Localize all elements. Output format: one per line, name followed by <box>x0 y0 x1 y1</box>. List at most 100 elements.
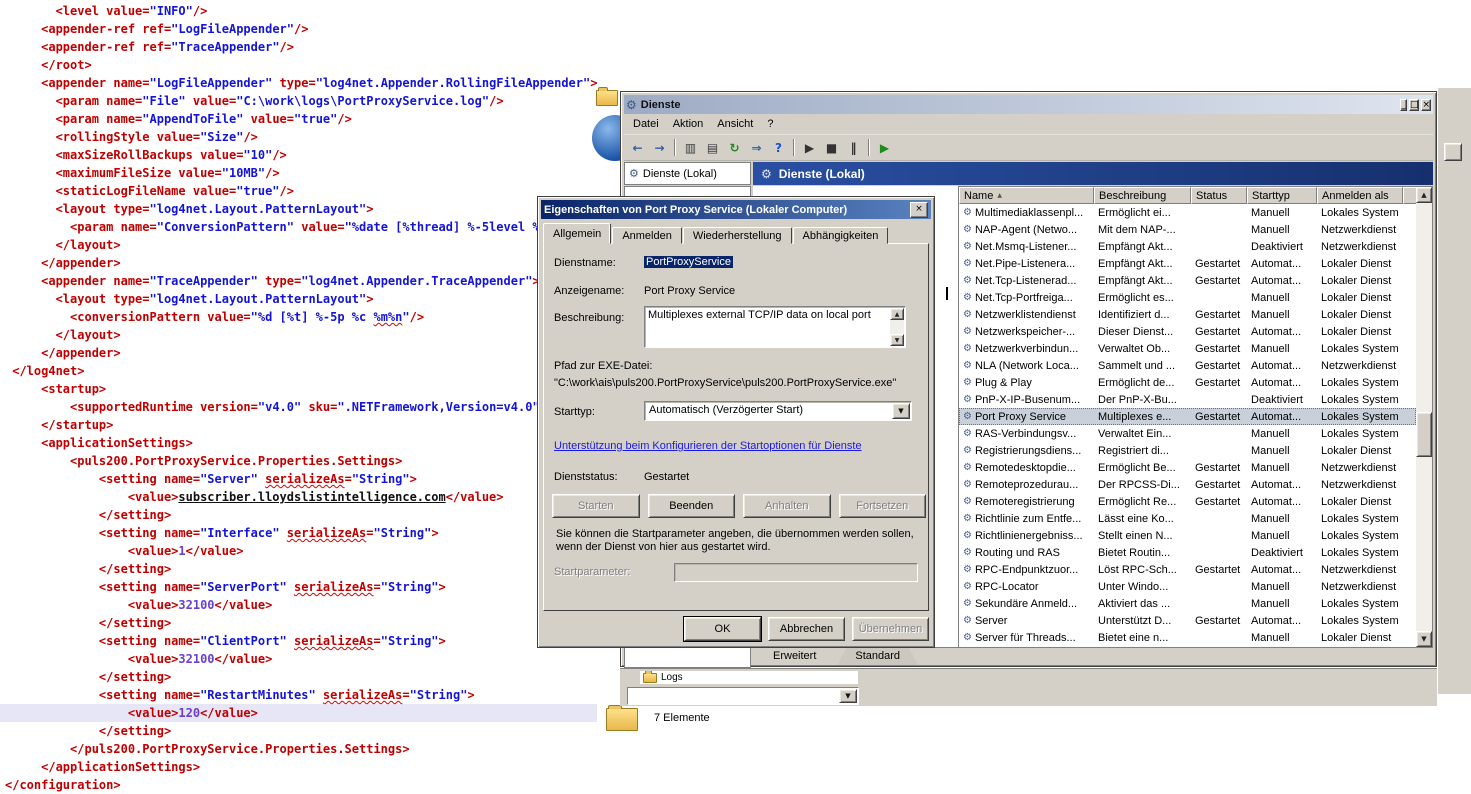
scroll-up-button[interactable]: ▲ <box>1416 187 1432 203</box>
service-row[interactable]: ⚙Netzwerkverbindun...Verwaltet Ob...Gest… <box>959 340 1416 357</box>
service-row[interactable]: ⚙Net.Tcp-Portfreiga...Ermöglicht es...Ma… <box>959 289 1416 306</box>
service-row[interactable]: ⚙Richtlinienergebniss...Stellt einen N..… <box>959 527 1416 544</box>
service-logon-as: Lokales System <box>1317 547 1403 559</box>
services-titlebar[interactable]: ⚙ Dienste _□× <box>624 95 1433 114</box>
code-line: <level value="INFO"/> <box>0 2 640 20</box>
view-tab-erweitert[interactable]: Erweitert <box>755 648 834 665</box>
start-service-button[interactable]: ▶ <box>799 137 820 158</box>
service-description: Bietet Routin... <box>1094 547 1191 559</box>
console-tree-root[interactable]: ⚙ Dienste (Lokal) <box>624 162 751 185</box>
service-description: Unterstützt D... <box>1094 615 1191 627</box>
service-name: Netzwerklistendienst <box>975 309 1076 321</box>
dialog-titlebar[interactable]: Eigenschaften von Port Proxy Service (Lo… <box>541 200 931 219</box>
starttyp-select[interactable]: Automatisch (Verzögerter Start) ▼ <box>644 401 912 421</box>
folder-tree-item[interactable]: Logs <box>640 671 858 684</box>
scroll-up-button[interactable]: ▲ <box>890 308 904 320</box>
code-line: <param name="AppendToFile" value="true"/… <box>0 110 640 128</box>
abbrechen-button[interactable]: Abbrechen <box>768 617 845 641</box>
service-row[interactable]: ⚙Multimediaklassenpl...Ermöglicht ei...M… <box>959 204 1416 221</box>
service-row[interactable]: ⚙NLA (Network Loca...Sammelt und ...Gest… <box>959 357 1416 374</box>
service-row[interactable]: ⚙Plug & PlayErmöglicht de...GestartetAut… <box>959 374 1416 391</box>
anzeigename-value[interactable]: Port Proxy Service <box>644 285 735 297</box>
tab-anmelden[interactable]: Anmelden <box>612 227 682 244</box>
restart-service-button[interactable]: ▶ <box>874 137 895 158</box>
pause-service-button[interactable]: ‖ <box>843 137 864 158</box>
close-icon[interactable]: × <box>910 202 928 218</box>
scroll-down-button[interactable]: ▼ <box>1416 631 1432 647</box>
beenden-button[interactable]: Beenden <box>648 494 736 518</box>
service-row[interactable]: ⚙NAP-Agent (Netwo...Mit dem NAP-...Manue… <box>959 221 1416 238</box>
service-name-cell: ⚙NLA (Network Loca... <box>959 360 1094 372</box>
service-row[interactable]: ⚙Sekundäre Anmeld...Aktiviert das ...Man… <box>959 595 1416 612</box>
menu-aktion[interactable]: Aktion <box>666 116 711 132</box>
forward-button[interactable]: → <box>649 137 670 158</box>
ok-button[interactable]: OK <box>684 617 761 641</box>
service-row[interactable]: ⚙PnP-X-IP-Busenum...Der PnP-X-Bu...Deakt… <box>959 391 1416 408</box>
service-row[interactable]: ⚙Registrierungsdiens...Registriert di...… <box>959 442 1416 459</box>
scroll-down-button[interactable]: ▼ <box>890 334 904 346</box>
show-console-tree-button[interactable]: ▥ <box>680 137 701 158</box>
column-label: Beschreibung <box>1099 190 1166 202</box>
folder-icon <box>606 708 638 731</box>
service-row[interactable]: ⚙Server für Threads...Bietet eine n...Ma… <box>959 629 1416 646</box>
startoptionen-link[interactable]: Unterstützung beim Konfigurieren der Sta… <box>554 440 862 452</box>
chevron-down-icon[interactable]: ▼ <box>839 689 857 703</box>
close-button[interactable]: × <box>1421 99 1431 111</box>
tab-wiederherstellung[interactable]: Wiederherstellung <box>683 227 792 244</box>
menu-ansicht[interactable]: Ansicht <box>710 116 760 132</box>
menu-datei[interactable]: Datei <box>626 116 666 132</box>
view-tab-standard[interactable]: Standard <box>837 648 918 665</box>
column-header-anmelden-als[interactable]: Anmelden als <box>1317 187 1403 204</box>
service-starttype: Automat... <box>1247 615 1317 627</box>
service-starttype: Automat... <box>1247 411 1317 423</box>
service-row[interactable]: ⚙Net.Msmq-Listener...Empfängt Akt...Deak… <box>959 238 1416 255</box>
service-row[interactable]: ⚙NetzwerklistendienstIdentifiziert d...G… <box>959 306 1416 323</box>
übernehmen-button[interactable]: Übernehmen <box>852 617 929 641</box>
fortsetzen-button[interactable]: Fortsetzen <box>839 494 927 518</box>
beschreibung-scrollbar[interactable]: ▲ ▼ <box>890 308 904 346</box>
tab-allgemein[interactable]: Allgemein <box>543 223 611 244</box>
menu-help[interactable]: ? <box>760 116 780 132</box>
vertical-scrollbar[interactable]: ▲ ▼ <box>1416 187 1432 647</box>
service-row[interactable]: ⚙Richtlinie zum Entfe...Lässt eine Ko...… <box>959 510 1416 527</box>
startparameter-input[interactable] <box>674 563 918 582</box>
maximize-button[interactable]: □ <box>1409 99 1420 111</box>
start-service-icon: ▶ <box>805 141 814 155</box>
service-row[interactable]: ⚙RAS-Verbindungsv...Verwaltet Ein...Manu… <box>959 425 1416 442</box>
history-dropdown[interactable]: ▼ <box>627 687 859 705</box>
service-row[interactable]: ⚙Port Proxy ServiceMultiplexes e...Gesta… <box>959 408 1416 425</box>
starten-button[interactable]: Starten <box>552 494 640 518</box>
minimize-button[interactable]: _ <box>1400 99 1407 111</box>
service-description: Unter Windo... <box>1094 581 1191 593</box>
service-status: Gestartet <box>1191 564 1247 576</box>
stop-service-button[interactable]: ■ <box>821 137 842 158</box>
service-row[interactable]: ⚙RPC-LocatorUnter Windo...ManuellNetzwer… <box>959 578 1416 595</box>
service-name: Net.Msmq-Listener... <box>975 241 1076 253</box>
dienstname-value[interactable]: PortProxyService <box>644 256 733 268</box>
service-row[interactable]: ⚙RPC-Endpunktzuor...Löst RPC-Sch...Gesta… <box>959 561 1416 578</box>
back-button[interactable]: ← <box>627 137 648 158</box>
service-row[interactable]: ⚙Netzwerkspeicher-...Dieser Dienst...Ges… <box>959 323 1416 340</box>
export-list-button[interactable]: ⇒ <box>746 137 767 158</box>
service-row[interactable]: ⚙ServerUnterstützt D...GestartetAutomat.… <box>959 612 1416 629</box>
service-name: PnP-X-IP-Busenum... <box>975 394 1080 406</box>
properties-button[interactable]: ▤ <box>702 137 723 158</box>
help-button[interactable]: ? <box>768 137 789 158</box>
service-row[interactable]: ⚙Routing und RASBietet Routin...Deaktivi… <box>959 544 1416 561</box>
service-row[interactable]: ⚙RemoteregistrierungErmöglicht Re...Gest… <box>959 493 1416 510</box>
beschreibung-field[interactable]: Multiplexes external TCP/IP data on loca… <box>644 306 906 348</box>
refresh-button[interactable]: ↻ <box>724 137 745 158</box>
service-row[interactable]: ⚙Remoteprozedurau...Der RPCSS-Di...Gesta… <box>959 476 1416 493</box>
tab-abhängigkeiten[interactable]: Abhängigkeiten <box>793 227 889 244</box>
chevron-down-icon[interactable]: ▼ <box>892 403 910 419</box>
anhalten-button[interactable]: Anhalten <box>743 494 831 518</box>
service-row[interactable]: ⚙Net.Pipe-Listenera...Empfängt Akt...Ges… <box>959 255 1416 272</box>
column-header-name[interactable]: Name▲ <box>959 187 1094 204</box>
service-row[interactable]: ⚙Net.Tcp-Listenerad...Empfängt Akt...Ges… <box>959 272 1416 289</box>
scrollbar-thumb[interactable] <box>1416 412 1432 457</box>
service-row[interactable]: ⚙Remotedesktopdie...Ermöglicht Be...Gest… <box>959 459 1416 476</box>
column-header-beschreibung[interactable]: Beschreibung <box>1094 187 1191 204</box>
service-status: Gestartet <box>1191 377 1247 389</box>
column-header-starttyp[interactable]: Starttyp <box>1247 187 1317 204</box>
column-header-status[interactable]: Status <box>1191 187 1247 204</box>
